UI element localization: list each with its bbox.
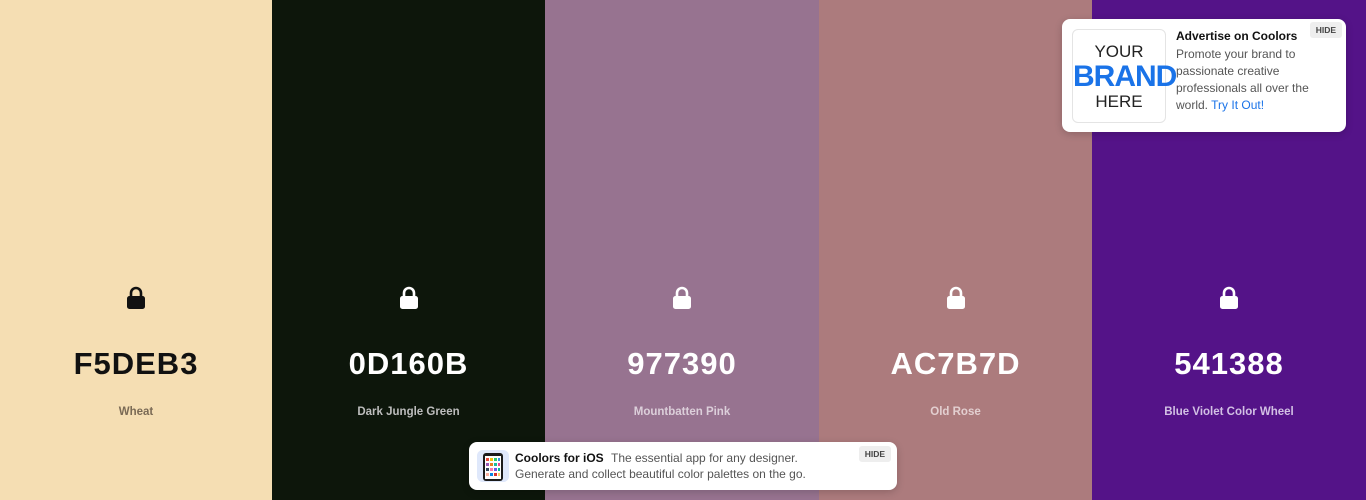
color-swatch[interactable]: F5DEB3 Wheat [0,0,272,500]
brand-image-line: BRAND [1073,60,1177,93]
hide-promo-button[interactable]: HIDE [858,446,891,462]
color-name[interactable]: Wheat [0,406,272,418]
brand-image-line: YOUR [1094,42,1144,61]
color-name[interactable]: Old Rose [819,406,1092,418]
lock-icon[interactable] [671,286,693,310]
lock-icon[interactable] [398,286,420,310]
brand-placeholder-image[interactable]: YOUR BRAND HERE [1072,29,1177,123]
color-name[interactable]: Mountbatten Pink [545,406,819,418]
ios-app-promo[interactable]: Coolors for iOS The essential app for an… [469,442,897,490]
lock-icon[interactable] [945,286,967,310]
color-name[interactable]: Dark Jungle Green [272,406,545,418]
advertise-card[interactable]: YOUR BRAND HERE Advertise on Coolors Pro… [1062,19,1346,132]
color-hex-code[interactable]: 977390 [545,346,819,382]
lock-icon[interactable] [125,286,147,310]
ad-title[interactable]: Advertise on Coolors [1176,29,1297,43]
phone-app-icon [477,450,509,482]
color-swatch[interactable]: AC7B7D Old Rose [819,0,1092,500]
color-hex-code[interactable]: AC7B7D [819,346,1092,382]
lock-icon[interactable] [1218,286,1240,310]
hide-ad-button[interactable]: HIDE [1309,22,1342,38]
color-swatch[interactable]: 0D160B Dark Jungle Green [272,0,545,500]
promo-title[interactable]: Coolors for iOS [515,451,604,465]
color-hex-code[interactable]: F5DEB3 [0,346,272,382]
color-name[interactable]: Blue Violet Color Wheel [1092,406,1366,418]
brand-image-line: HERE [1095,92,1143,111]
color-swatch[interactable]: 977390 Mountbatten Pink [545,0,819,500]
try-it-out-link[interactable]: Try It Out! [1211,98,1264,112]
promo-subtitle: The essential app for any designer. [611,451,798,465]
color-hex-code[interactable]: 541388 [1092,346,1366,382]
promo-description: Generate and collect beautiful color pal… [515,467,806,481]
color-hex-code[interactable]: 0D160B [272,346,545,382]
ad-description: Promote your brand to passionate creativ… [1176,46,1340,114]
